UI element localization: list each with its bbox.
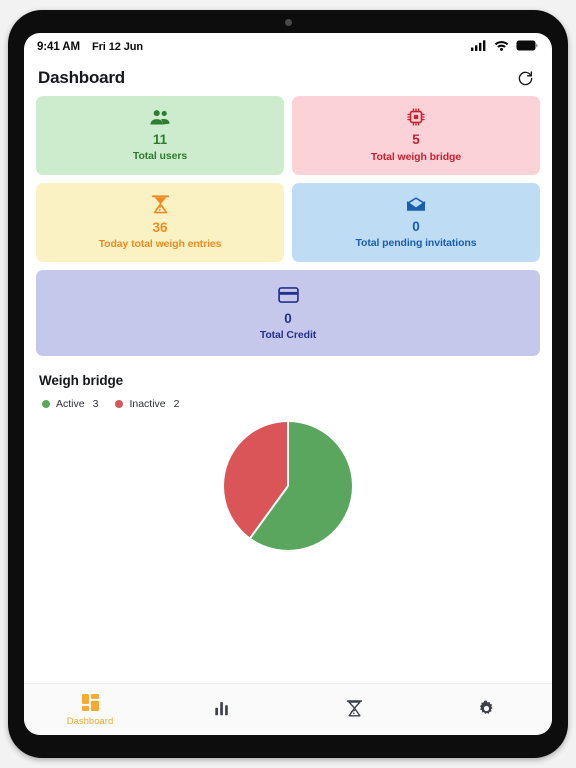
- group-users-icon: [149, 108, 171, 127]
- nav-item-dashboard[interactable]: Dashboard: [24, 684, 156, 735]
- stat-card-label: Today total weigh entries: [98, 238, 222, 251]
- stat-card-label: Total weigh bridge: [370, 150, 462, 163]
- pie-chart-wrapper: [36, 422, 540, 550]
- stat-card-value: 11: [152, 131, 168, 147]
- legend-label-active: Active: [56, 398, 85, 410]
- status-bar-left: 9:41 AM Fri 12 Jun: [37, 41, 143, 53]
- stat-card-value: 0: [284, 310, 292, 326]
- dashboard-content: 11 Total users 5 Total weigh bridge 36 T…: [24, 96, 552, 683]
- status-bar: 9:41 AM Fri 12 Jun: [24, 33, 552, 60]
- stat-card-value: 5: [412, 132, 420, 148]
- stat-card-label: Total pending invitations: [355, 237, 477, 249]
- stat-card-today-weigh-entries[interactable]: 36 Today total weigh entries: [36, 183, 284, 262]
- weigh-scale-icon: [150, 194, 171, 215]
- stat-card-total-credit[interactable]: 0 Total Credit: [36, 270, 540, 356]
- legend-item-inactive[interactable]: Inactive 2: [115, 398, 179, 410]
- stat-card-value: 36: [152, 219, 168, 235]
- battery-full-icon: [516, 38, 538, 56]
- status-time: 9:41 AM: [37, 40, 80, 53]
- legend-dot-inactive: [115, 400, 124, 408]
- wifi-icon: [494, 38, 509, 56]
- stat-card-pending-invitations[interactable]: 0 Total pending invitations: [292, 183, 540, 262]
- bar-chart-icon: [214, 698, 231, 718]
- bottom-navigation-bar: Dashboard: [24, 683, 552, 735]
- screen: 9:41 AM Fri 12 Jun Dashboard 11 Total us…: [24, 33, 552, 735]
- refresh-icon[interactable]: [514, 67, 536, 89]
- nav-item-reports[interactable]: [156, 684, 288, 735]
- dashboard-grid-icon: [81, 693, 99, 713]
- gear-settings-icon: [478, 698, 495, 718]
- stat-card-label: Total users: [132, 150, 188, 162]
- pie-slice-divider-end: [249, 485, 289, 539]
- legend-label-inactive: Inactive: [129, 398, 166, 410]
- nav-item-weigh[interactable]: [288, 684, 420, 735]
- credit-card-icon: [277, 284, 299, 306]
- envelope-icon: [405, 195, 427, 214]
- pie-slice-divider-start: [287, 422, 289, 486]
- legend-count-inactive: 2: [173, 398, 180, 410]
- legend-item-active[interactable]: Active 3: [42, 398, 98, 410]
- chip-cpu-icon: [406, 107, 426, 127]
- weigh-scale-icon: [345, 698, 364, 718]
- legend-count-active: 3: [92, 398, 99, 410]
- stat-card-total-weigh-bridge[interactable]: 5 Total weigh bridge: [292, 96, 540, 175]
- stat-card-grid: 11 Total users 5 Total weigh bridge 36 T…: [36, 96, 540, 356]
- page-title: Dashboard: [38, 68, 125, 87]
- app-bar: Dashboard: [24, 60, 552, 96]
- status-bar-right: [471, 38, 538, 56]
- stat-card-value: 0: [412, 218, 420, 234]
- chart-section-title: Weigh bridge: [39, 373, 124, 388]
- stat-card-total-users[interactable]: 11 Total users: [36, 96, 284, 175]
- stat-card-label: Total Credit: [259, 329, 317, 342]
- legend-dot-active: [42, 400, 50, 408]
- chart-legend: Active 3 Inactive 2: [42, 398, 540, 410]
- pie-chart[interactable]: [224, 422, 352, 550]
- status-date: Fri 12 Jun: [91, 40, 143, 53]
- front-camera-icon: [284, 19, 292, 26]
- tablet-device-frame: 9:41 AM Fri 12 Jun Dashboard 11 Total us…: [8, 10, 568, 758]
- cellular-signal-icon: [471, 38, 487, 56]
- nav-item-settings[interactable]: [420, 684, 552, 735]
- nav-label-dashboard: Dashboard: [66, 715, 114, 727]
